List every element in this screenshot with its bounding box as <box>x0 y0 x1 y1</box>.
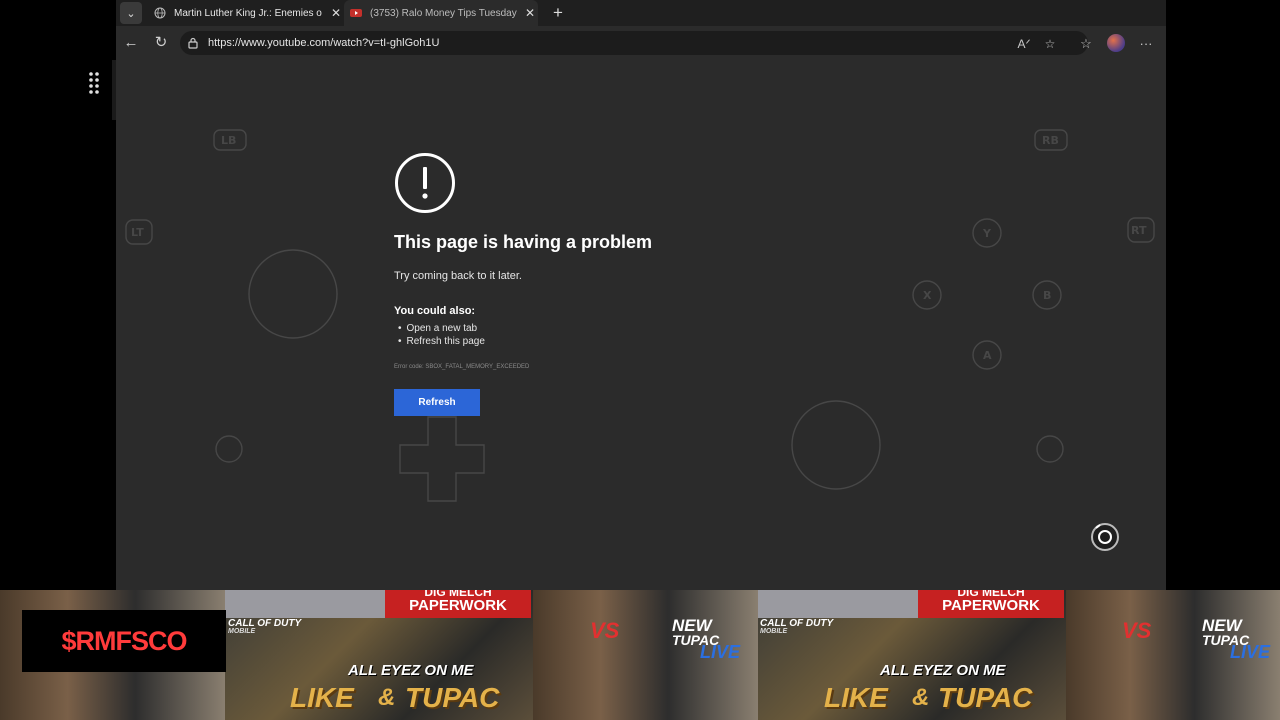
close-tab-icon[interactable]: ✕ <box>522 6 538 20</box>
error-title: This page is having a problem <box>394 232 653 252</box>
url-text[interactable]: https://www.youtube.com/watch?v=tI-ghlGo… <box>208 37 439 49</box>
error-code: Error code: SBOX_FATAL_MEMORY_EXCEEDED <box>394 364 530 370</box>
brand-name: $RMFSCO <box>61 625 187 656</box>
read-aloud-icon[interactable]: Aᐟ <box>1016 36 1032 52</box>
back-arrow-icon[interactable]: ← <box>122 34 140 52</box>
like-text: LIKE <box>290 682 354 713</box>
could-also-heading: You could also: <box>394 305 476 317</box>
lb-label: LB <box>221 134 236 147</box>
globe-icon <box>154 7 166 19</box>
list-item: Open a new tab <box>398 322 485 335</box>
x-label: X <box>923 289 932 302</box>
tab-strip: ⌄ Martin Luther King Jr.: Enemies o ✕ (3… <box>116 0 1166 26</box>
all-eyez-text: ALL EYEZ ON ME <box>348 662 474 679</box>
left-edge-decoration <box>112 60 116 120</box>
reload-icon[interactable]: ↻ <box>152 34 170 52</box>
live-text: LIVE <box>700 642 741 662</box>
brand-box: $RMFSCO <box>22 610 226 672</box>
rb-label: RB <box>1042 134 1059 147</box>
record-button-icon[interactable] <box>1090 522 1120 552</box>
paperwork-text: PAPERWORK <box>942 597 1040 614</box>
address-bar[interactable]: https://www.youtube.com/watch?v=tI-ghlGo… <box>180 31 1088 55</box>
tupac-text: TUPAC <box>405 682 500 713</box>
paperwork-banner: DIG MELCH PAPERWORK <box>918 590 1064 618</box>
ampersand-text: & <box>912 684 930 711</box>
b-label: B <box>1043 289 1051 302</box>
toolbar: ← ↻ https://www.youtube.com/watch?v=tI-g… <box>116 26 1166 60</box>
youtube-icon <box>350 7 362 19</box>
controller-overlay: LB RB LT RT Y X B A <box>125 129 1155 502</box>
cod-mobile-text: MOBILE <box>228 628 256 635</box>
all-eyez-text: ALL EYEZ ON ME <box>880 662 1006 679</box>
avatar[interactable] <box>1107 34 1125 52</box>
error-subtitle: Try coming back to it later. <box>394 270 522 282</box>
a-label: A <box>983 349 992 362</box>
close-tab-icon[interactable]: ✕ <box>328 6 344 20</box>
lock-icon[interactable] <box>186 36 200 50</box>
refresh-button[interactable]: Refresh <box>394 389 480 416</box>
tab-label: (3753) Ralo Money Tips Tuesday <box>370 7 517 19</box>
tab-youtube[interactable]: (3753) Ralo Money Tips Tuesday ✕ <box>344 0 538 26</box>
list-item: Refresh this page <box>398 335 485 348</box>
warning-exclamation-icon <box>395 153 455 213</box>
ampersand-text: & <box>378 684 396 711</box>
error-page: LB RB LT RT Y X B A This page is having … <box>116 60 1166 590</box>
tab-mlk[interactable]: Martin Luther King Jr.: Enemies o ✕ <box>148 0 344 26</box>
lt-label: LT <box>131 226 144 239</box>
suggestion-list: Open a new tab Refresh this page <box>398 322 485 348</box>
vs-text: VS <box>590 618 620 643</box>
rt-label: RT <box>1131 224 1147 237</box>
cod-mobile-text: MOBILE <box>760 628 788 635</box>
y-label: Y <box>982 227 992 240</box>
live-text: LIVE <box>1230 642 1271 662</box>
drag-handle-icon[interactable] <box>86 70 102 96</box>
favorite-star-icon[interactable]: ☆ <box>1042 36 1058 52</box>
like-text: LIKE <box>824 682 888 713</box>
browser-window: ⌄ Martin Luther King Jr.: Enemies o ✕ (3… <box>116 0 1166 590</box>
new-tab-plus-icon[interactable]: + <box>548 3 568 23</box>
collage-strip <box>225 590 385 618</box>
vs-text: VS <box>1122 618 1152 643</box>
tab-actions-chevron-icon[interactable]: ⌄ <box>120 2 142 24</box>
paperwork-text: PAPERWORK <box>409 597 507 614</box>
more-menu-icon[interactable]: ··· <box>1137 35 1155 53</box>
paperwork-banner: DIG MELCH PAPERWORK <box>385 590 531 618</box>
tab-label: Martin Luther King Jr.: Enemies o <box>174 7 322 19</box>
tupac-text: TUPAC <box>938 682 1033 713</box>
favorites-icon[interactable]: ☆ <box>1077 35 1095 53</box>
collage-strip <box>758 590 918 618</box>
